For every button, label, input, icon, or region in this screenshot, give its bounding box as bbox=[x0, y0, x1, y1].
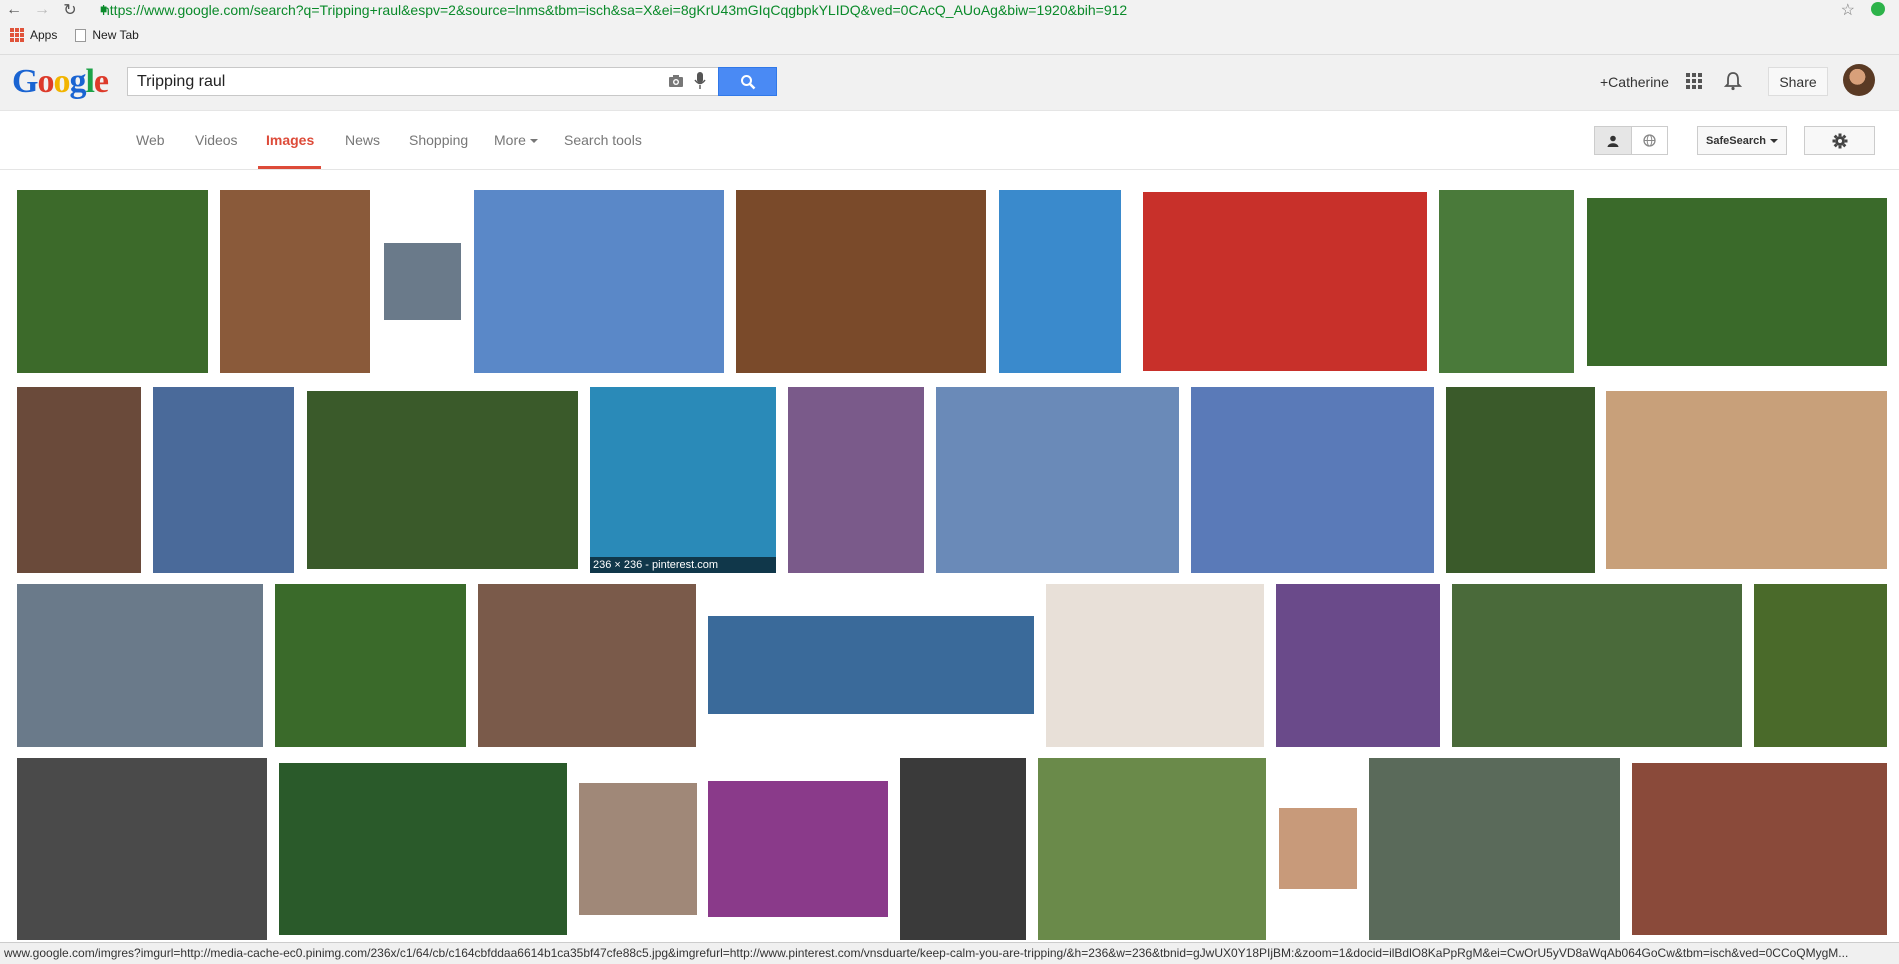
image-thumbnail[interactable] bbox=[17, 584, 263, 747]
bookmark-label: Apps bbox=[30, 28, 58, 42]
image-thumbnail[interactable] bbox=[1606, 391, 1887, 569]
image-thumbnail[interactable] bbox=[1143, 192, 1427, 371]
person-toggle[interactable] bbox=[1595, 127, 1632, 154]
tab-web[interactable]: Web bbox=[136, 132, 165, 148]
search-icon bbox=[740, 74, 755, 89]
camera-icon[interactable] bbox=[668, 73, 684, 89]
image-thumbnail[interactable] bbox=[1754, 584, 1887, 747]
image-thumbnail[interactable] bbox=[279, 763, 567, 935]
image-thumbnail[interactable] bbox=[1276, 584, 1440, 747]
view-toggle bbox=[1594, 126, 1668, 155]
image-thumbnail[interactable]: 236 × 236 - pinterest.com bbox=[590, 387, 776, 573]
gear-icon bbox=[1832, 133, 1847, 148]
tab-news[interactable]: News bbox=[345, 132, 380, 148]
back-icon[interactable]: ← bbox=[0, 0, 28, 20]
image-thumbnail[interactable] bbox=[1632, 763, 1887, 935]
apps-grid-icon bbox=[10, 28, 24, 42]
chevron-down-icon bbox=[1769, 138, 1778, 143]
tab-search-tools[interactable]: Search tools bbox=[564, 132, 642, 148]
image-thumbnail[interactable] bbox=[708, 781, 888, 917]
image-thumbnail[interactable] bbox=[1452, 584, 1742, 747]
search-input[interactable] bbox=[137, 73, 657, 91]
image-thumbnail[interactable] bbox=[736, 190, 986, 373]
tab-more[interactable]: More bbox=[494, 132, 538, 148]
address-bar: ← → ↻ ■ https://www.google.com/search?q=… bbox=[0, 0, 1899, 20]
image-thumbnail[interactable] bbox=[307, 391, 578, 569]
tab-images[interactable]: Images bbox=[266, 132, 314, 148]
image-thumbnail[interactable] bbox=[17, 387, 141, 573]
image-thumbnail[interactable] bbox=[478, 584, 696, 747]
image-thumbnail[interactable] bbox=[1439, 190, 1574, 373]
tab-videos[interactable]: Videos bbox=[195, 132, 238, 148]
search-button[interactable] bbox=[718, 67, 777, 96]
person-icon bbox=[1607, 135, 1619, 147]
active-tab-indicator bbox=[258, 166, 321, 169]
image-thumbnail[interactable] bbox=[17, 190, 208, 373]
image-thumbnail[interactable] bbox=[579, 783, 697, 915]
share-button[interactable]: Share bbox=[1768, 67, 1828, 96]
tab-shopping[interactable]: Shopping bbox=[409, 132, 468, 148]
bookmark-label: New Tab bbox=[92, 28, 139, 42]
avatar[interactable] bbox=[1843, 64, 1875, 96]
image-thumbnail[interactable] bbox=[936, 387, 1179, 573]
image-thumbnail[interactable] bbox=[220, 190, 370, 373]
image-thumbnail[interactable] bbox=[275, 584, 466, 747]
image-thumbnail[interactable] bbox=[17, 758, 267, 940]
image-thumbnail[interactable] bbox=[1191, 387, 1434, 573]
google-header: Google +Catherine Share bbox=[0, 55, 1899, 111]
bookmark-new-tab[interactable]: New Tab bbox=[75, 28, 139, 42]
microphone-icon[interactable] bbox=[694, 71, 706, 91]
image-thumbnail[interactable] bbox=[1279, 808, 1357, 889]
tab-more-label: More bbox=[494, 132, 526, 148]
search-box bbox=[127, 67, 719, 96]
image-caption: 236 × 236 - pinterest.com bbox=[590, 557, 776, 573]
safesearch-label: SafeSearch bbox=[1706, 134, 1766, 147]
user-profile-link[interactable]: +Catherine bbox=[1600, 74, 1669, 90]
image-thumbnail[interactable] bbox=[1587, 198, 1887, 366]
image-thumbnail[interactable] bbox=[900, 758, 1026, 940]
image-thumbnail[interactable] bbox=[1446, 387, 1595, 573]
forward-icon[interactable]: → bbox=[28, 0, 56, 20]
reload-icon[interactable]: ↻ bbox=[56, 0, 84, 20]
chevron-down-icon bbox=[529, 139, 538, 144]
settings-button[interactable] bbox=[1804, 126, 1875, 155]
browser-chrome: ← → ↻ ■ https://www.google.com/search?q=… bbox=[0, 0, 1899, 55]
lock-icon: ■ bbox=[100, 2, 108, 16]
status-bar: www.google.com/imgres?imgurl=http://medi… bbox=[0, 942, 1899, 964]
image-thumbnail[interactable] bbox=[1046, 584, 1264, 747]
bookmark-apps[interactable]: Apps bbox=[10, 28, 57, 42]
image-thumbnail[interactable] bbox=[999, 190, 1121, 373]
apps-grid-icon[interactable] bbox=[1686, 73, 1702, 89]
image-thumbnail[interactable] bbox=[788, 387, 924, 573]
image-thumbnail[interactable] bbox=[474, 190, 724, 373]
globe-toggle[interactable] bbox=[1632, 127, 1668, 154]
image-thumbnail[interactable] bbox=[708, 616, 1034, 714]
image-thumbnail[interactable] bbox=[1038, 758, 1266, 940]
bookmarks-bar: Apps New Tab bbox=[0, 24, 147, 46]
notifications-bell-icon[interactable] bbox=[1724, 71, 1742, 91]
url-field[interactable]: https://www.google.com/search?q=Tripping… bbox=[102, 2, 1127, 18]
extension-icon[interactable] bbox=[1871, 2, 1885, 16]
star-icon[interactable]: ☆ bbox=[1841, 0, 1855, 20]
safesearch-dropdown[interactable]: SafeSearch bbox=[1697, 126, 1787, 155]
image-results: 236 × 236 - pinterest.com bbox=[0, 171, 1899, 941]
page-icon bbox=[75, 28, 87, 42]
google-logo[interactable]: Google bbox=[12, 63, 109, 101]
image-thumbnail[interactable] bbox=[153, 387, 294, 573]
search-tabs: Web Videos Images News Shopping More Sea… bbox=[0, 112, 1899, 170]
image-thumbnail[interactable] bbox=[1369, 758, 1620, 940]
globe-icon bbox=[1643, 134, 1656, 147]
image-thumbnail[interactable] bbox=[384, 243, 461, 320]
